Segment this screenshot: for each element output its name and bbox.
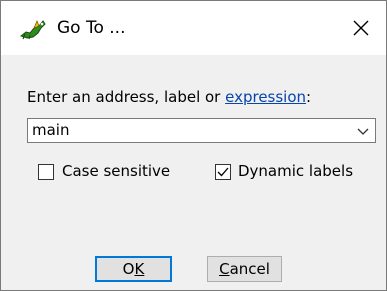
address-prompt: Enter an address, label or expression: [27,88,311,106]
dynamic-labels-checkbox[interactable] [215,164,231,180]
title-bar[interactable]: Go To ... [1,1,386,55]
prompt-text: Enter an address, label or [27,88,226,106]
dynamic-labels-label[interactable]: Dynamic labels [238,162,353,180]
cancel-button-label: Cancel [219,260,270,278]
cancel-button[interactable]: Cancel [207,256,282,282]
chevron-down-icon [357,128,369,135]
address-input[interactable]: main [32,121,69,139]
case-sensitive-checkbox[interactable] [38,164,54,180]
dropdown-button[interactable] [355,123,371,139]
address-combobox[interactable]: main [27,118,376,143]
goto-dialog: Go To ... Enter an address, label or exp… [0,0,387,291]
close-button[interactable] [346,13,376,43]
prompt-suffix: : [306,88,312,106]
expression-link[interactable]: expression [225,88,306,106]
dragon-icon [19,18,47,40]
close-icon [353,20,369,36]
checkmark-icon [217,167,229,177]
ok-button[interactable]: OK [95,256,172,282]
window-title: Go To ... [57,18,126,38]
case-sensitive-label[interactable]: Case sensitive [62,162,170,180]
ok-button-label: OK [122,260,145,278]
